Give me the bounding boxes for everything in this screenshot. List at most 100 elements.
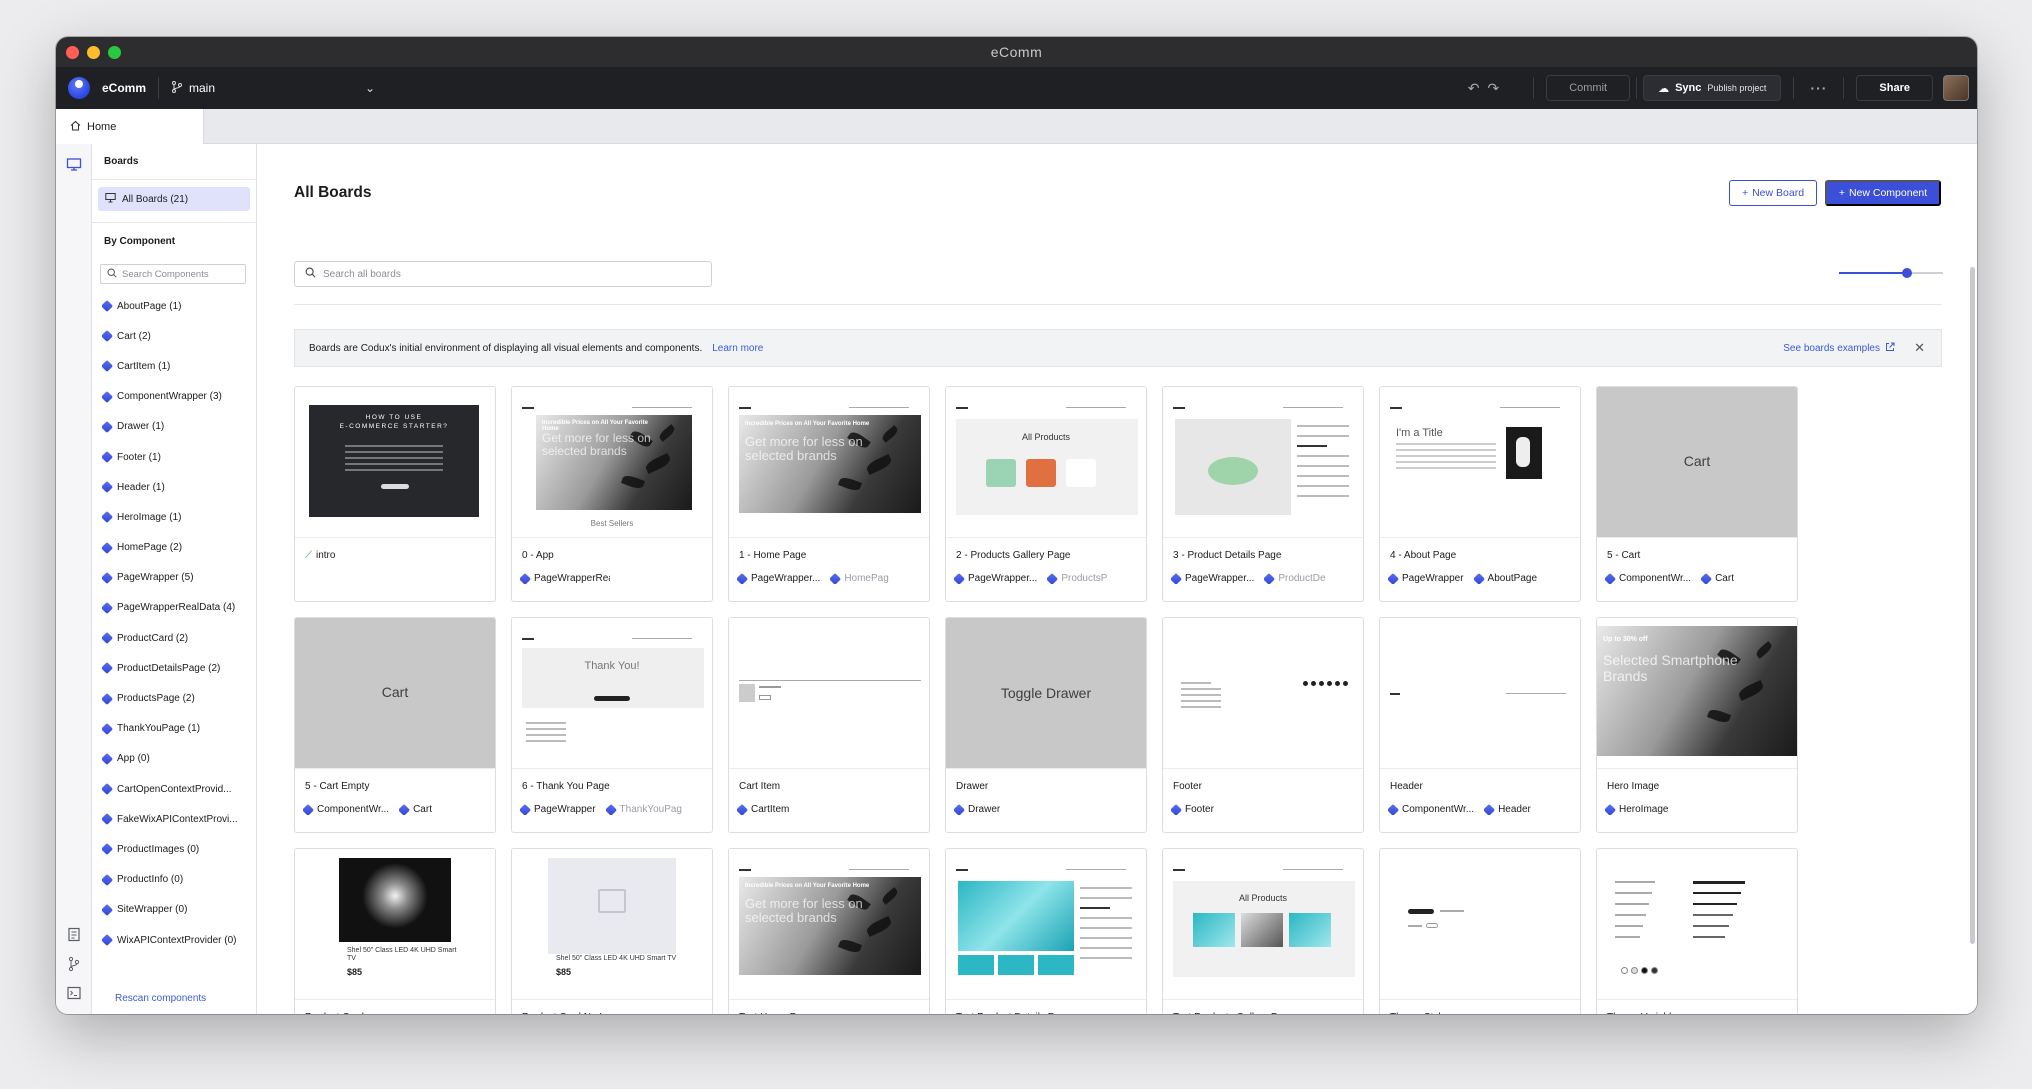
board-card[interactable]: Shel 50" Class LED 4K UHD Smart TV $85 Pro…	[294, 848, 496, 1014]
external-link-icon	[1885, 342, 1895, 355]
board-card[interactable]: Footer Footer	[1162, 617, 1364, 833]
board-card[interactable]: Incredible Prices on All Your Favorite H…	[728, 386, 930, 602]
board-card[interactable]: Header ComponentWr... Header	[1379, 617, 1581, 833]
board-card[interactable]: Theme Styles	[1379, 848, 1581, 1014]
sidebar-component-item[interactable]: AboutPage (1)	[102, 291, 254, 321]
board-card[interactable]: All ProductsTest Products Gallery PagePa…	[1162, 848, 1364, 1014]
scrollbar[interactable]	[1970, 267, 1975, 944]
component-tag[interactable]: PageWrapper	[1388, 573, 1464, 584]
board-card[interactable]: Cart 5 - Cart Empty ComponentWr... Cart	[294, 617, 496, 833]
component-tag[interactable]: CartItem	[737, 804, 789, 815]
avatar[interactable]	[1943, 75, 1969, 101]
board-card[interactable]: HOW TO USE E-COMMERCE STARTER? ⟋ intro	[294, 386, 496, 602]
sidebar-component-item[interactable]: CartOpenContextProvid...	[102, 774, 254, 804]
terminal-icon[interactable]	[65, 986, 83, 1004]
board-card[interactable]: I'm a Title 4 - About Page PageWrapper Abou…	[1379, 386, 1581, 602]
new-board-button[interactable]: + New Board	[1729, 180, 1817, 206]
new-component-button[interactable]: + New Component	[1825, 180, 1941, 206]
zoom-slider[interactable]	[1839, 268, 1943, 278]
learn-more-link[interactable]: Learn more	[712, 343, 763, 354]
sidebar-component-item[interactable]: HeroImage (1)	[102, 502, 254, 532]
share-button[interactable]: Share	[1856, 75, 1933, 101]
sidebar-component-item[interactable]: ProductInfo (0)	[102, 865, 254, 895]
redo-icon[interactable]: ↷	[1483, 80, 1503, 97]
sidebar-component-item[interactable]: Drawer (1)	[102, 412, 254, 442]
component-tag[interactable]: PageWrapper...	[1171, 573, 1254, 584]
component-tag[interactable]: ProductDe	[1264, 573, 1326, 584]
sidebar-component-item[interactable]: SiteWrapper (0)	[102, 895, 254, 925]
sidebar-component-item[interactable]: Cart (2)	[102, 321, 254, 351]
branch-selector[interactable]: main	[171, 80, 215, 96]
boards-icon[interactable]	[65, 156, 83, 174]
board-card[interactable]: Cart Item CartItem	[728, 617, 930, 833]
sync-publish-button[interactable]: ☁ Sync Publish project	[1643, 75, 1782, 101]
minimize-window-button[interactable]	[87, 46, 100, 59]
close-window-button[interactable]	[66, 46, 79, 59]
board-card[interactable]: Thank You! 6 - Thank You Page PageWrapper T…	[511, 617, 713, 833]
component-tag[interactable]: PageWrapper	[520, 804, 596, 815]
board-card[interactable]: Incredible Prices on All Your Favorite H…	[728, 848, 930, 1014]
component-tag[interactable]: PageWrapper...	[737, 573, 820, 584]
sidebar-component-item[interactable]: ThankYouPage (1)	[102, 714, 254, 744]
component-tag[interactable]: PageWrapper...	[954, 573, 1037, 584]
component-tag[interactable]: AboutPage	[1473, 573, 1537, 584]
hero-smartphone-text: Selected Smartphone Brands	[1603, 652, 1738, 684]
sidebar-component-item[interactable]: FakeWixAPIContextProvi...	[102, 804, 254, 834]
component-tag[interactable]: Cart	[1701, 573, 1734, 584]
board-card[interactable]: Up to 30% off Selected Smartphone Brands H…	[1596, 617, 1798, 833]
board-card[interactable]: Incredible Prices on All Your Favorite H…	[511, 386, 713, 602]
component-tag[interactable]: Footer	[1171, 804, 1214, 815]
git-branch-icon[interactable]	[65, 956, 83, 974]
board-name: Test Home Page	[739, 1012, 813, 1014]
component-tag[interactable]: ProductsP	[1047, 573, 1107, 584]
sidebar-component-item[interactable]: App (0)	[102, 744, 254, 774]
search-components-input[interactable]: Search Components	[100, 264, 246, 284]
board-card[interactable]: Test Product Details PagePageWrapperProd…	[945, 848, 1147, 1014]
component-tag[interactable]: ComponentWr...	[303, 804, 389, 815]
component-icon	[520, 804, 532, 815]
board-card[interactable]: Cart 5 - Cart ComponentWr... Cart	[1596, 386, 1798, 602]
search-boards-input[interactable]: Search all boards	[294, 261, 712, 287]
sidebar-component-item[interactable]: HomePage (2)	[102, 533, 254, 563]
sidebar-component-item[interactable]: Footer (1)	[102, 442, 254, 472]
component-tag[interactable]: Cart	[399, 804, 432, 815]
component-tag[interactable]: Header	[1484, 804, 1531, 815]
board-card[interactable]: Theme Variables	[1596, 848, 1798, 1014]
clipboard-icon[interactable]	[65, 926, 83, 944]
board-name: 6 - Thank You Page	[522, 781, 610, 792]
more-options-icon[interactable]: ···	[1806, 80, 1831, 96]
undo-icon[interactable]: ↶	[1464, 80, 1484, 97]
zoom-slider-handle[interactable]	[1901, 268, 1912, 278]
codux-logo-icon[interactable]	[68, 77, 90, 99]
sidebar-component-item[interactable]: WixAPIContextProvider (0)	[102, 925, 254, 955]
sidebar-component-item[interactable]: PageWrapperRealData (4)	[102, 593, 254, 623]
board-card[interactable]: Toggle Drawer Drawer Drawer	[945, 617, 1147, 833]
sidebar-component-item[interactable]: CartItem (1)	[102, 351, 254, 381]
component-tag[interactable]: ThankYouPag	[605, 804, 682, 815]
component-tag[interactable]: Drawer	[954, 804, 1000, 815]
commit-button[interactable]: Commit	[1546, 75, 1631, 101]
component-tag[interactable]: ComponentWr...	[1388, 804, 1474, 815]
chevron-down-icon[interactable]: ⌄	[365, 81, 375, 95]
board-card[interactable]: 3 - Product Details Page PageWrapper... Pr…	[1162, 386, 1364, 602]
close-icon[interactable]: ✕	[1914, 340, 1925, 356]
board-card[interactable]: Shel 50" Class LED 4K UHD Smart TV $85 Pro…	[511, 848, 713, 1014]
component-tag[interactable]: HeroImage	[1605, 804, 1668, 815]
tab-home[interactable]: Home	[56, 109, 204, 144]
component-tag[interactable]: ComponentWr...	[1605, 573, 1691, 584]
board-card[interactable]: All Products 2 - Products Gallery Page Pag…	[945, 386, 1147, 602]
sidebar-component-item[interactable]: ProductDetailsPage (2)	[102, 653, 254, 683]
sidebar-component-item[interactable]: ProductImages (0)	[102, 834, 254, 864]
sidebar-component-item[interactable]: Header (1)	[102, 472, 254, 502]
sidebar-component-item[interactable]: PageWrapper (5)	[102, 563, 254, 593]
rescan-components-link[interactable]: Rescan components	[115, 993, 206, 1004]
board-component-tags: ComponentWr... Cart	[303, 804, 432, 815]
sidebar-component-item[interactable]: ProductsPage (2)	[102, 683, 254, 713]
zoom-window-button[interactable]	[108, 46, 121, 59]
sidebar-component-item[interactable]: ComponentWrapper (3)	[102, 382, 254, 412]
sidebar-component-item[interactable]: ProductCard (2)	[102, 623, 254, 653]
see-boards-examples-link[interactable]: See boards examples	[1783, 342, 1895, 355]
component-tag[interactable]: PageWrapperRealData	[520, 573, 610, 584]
component-tag[interactable]: HomePag	[830, 573, 889, 584]
sidebar-item-all-boards[interactable]: All Boards (21)	[98, 187, 250, 211]
